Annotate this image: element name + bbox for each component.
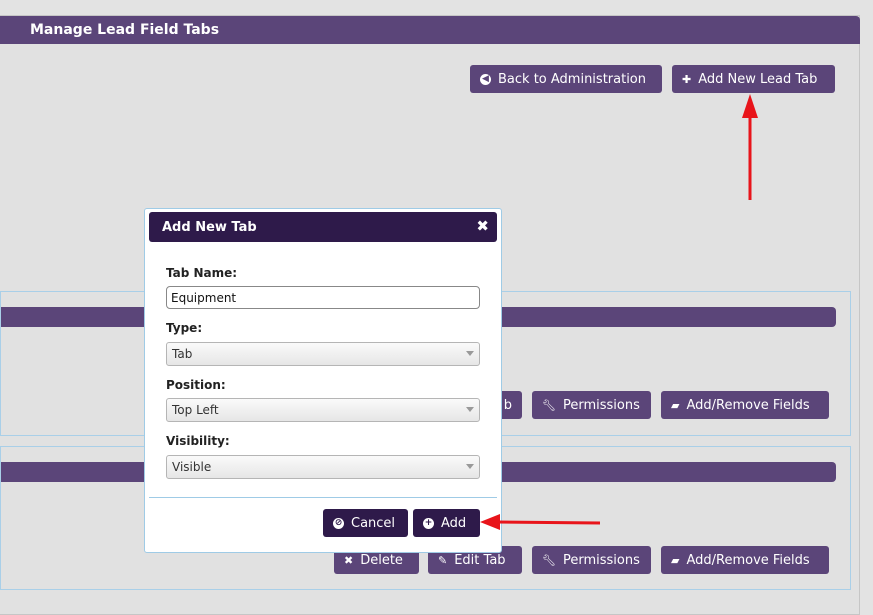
add-tab-button-label: Add New Lead Tab	[698, 71, 818, 87]
chevron-down-icon	[466, 464, 474, 469]
ban-icon: ⊘	[333, 517, 344, 529]
dialog-titlebar: Add New Tab ✖	[149, 212, 497, 242]
delete-label: Delete	[360, 552, 403, 568]
tab-row-2-permissions-button[interactable]: 🔧︎ Permissions	[532, 546, 651, 574]
folder-open-icon: ▰	[671, 553, 680, 567]
type-select[interactable]: Tab	[166, 342, 480, 366]
arrow-left-circle-icon: ◀	[480, 73, 491, 85]
type-select-value: Tab	[172, 347, 193, 361]
page-title: Manage Lead Field Tabs	[30, 22, 220, 38]
times-icon: ✖	[344, 553, 354, 567]
add-new-lead-tab-button[interactable]: ✚ Add New Lead Tab	[672, 65, 835, 93]
add-button[interactable]: + Add	[413, 509, 480, 537]
visibility-select-value: Visible	[172, 460, 212, 474]
position-select-value: Top Left	[172, 403, 219, 417]
add-remove-fields-label: Add/Remove Fields	[686, 552, 810, 568]
edit-tab-label: Edit Tab	[454, 552, 506, 568]
add-new-tab-dialog: Add New Tab ✖ Tab Name: Type: Tab Positi…	[144, 208, 502, 553]
permissions-label: Permissions	[562, 552, 640, 568]
cancel-label: Cancel	[351, 515, 396, 531]
folder-open-icon: ▰	[671, 398, 680, 412]
tab-row-1-add-remove-fields-button[interactable]: ▰ Add/Remove Fields	[661, 391, 829, 419]
add-remove-fields-label: Add/Remove Fields	[686, 397, 810, 413]
panel-header: Manage Lead Field Tabs	[0, 16, 860, 44]
tab-name-input[interactable]	[166, 286, 480, 309]
tab-name-label: Tab Name:	[166, 266, 238, 280]
chevron-down-icon	[466, 407, 474, 412]
dialog-title: Add New Tab	[162, 220, 257, 235]
visibility-label: Visibility:	[166, 434, 230, 448]
permissions-label: Permissions	[562, 397, 640, 413]
plus-circle-icon: +	[423, 517, 434, 529]
close-icon[interactable]: ✖	[476, 217, 489, 235]
back-to-administration-button[interactable]: ◀ Back to Administration	[470, 65, 662, 93]
chevron-down-icon	[466, 351, 474, 356]
position-select[interactable]: Top Left	[166, 398, 480, 422]
add-label: Add	[441, 515, 467, 531]
visibility-select[interactable]: Visible	[166, 455, 480, 479]
cancel-button[interactable]: ⊘ Cancel	[323, 509, 408, 537]
type-label: Type:	[166, 321, 203, 335]
wrench-icon: 🔧︎	[542, 553, 556, 567]
tab-row-1-permissions-button[interactable]: 🔧︎ Permissions	[532, 391, 651, 419]
plus-icon: ✚	[682, 72, 692, 86]
back-button-label: Back to Administration	[498, 71, 647, 87]
tab-row-2-add-remove-fields-button[interactable]: ▰ Add/Remove Fields	[661, 546, 829, 574]
wrench-icon: 🔧︎	[542, 398, 556, 412]
position-label: Position:	[166, 378, 226, 392]
pencil-icon: ✎	[438, 553, 448, 567]
dialog-divider	[149, 497, 497, 498]
edit-tab-label-partial: b	[503, 397, 512, 413]
